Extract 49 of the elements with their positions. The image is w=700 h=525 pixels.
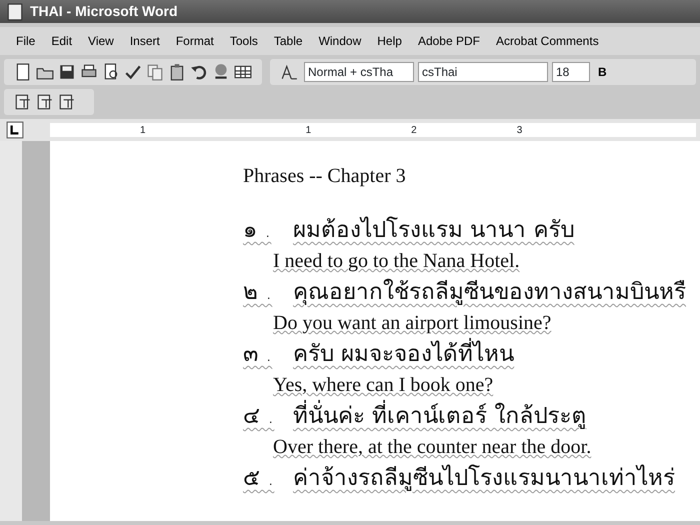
list-number: ๕ . <box>243 464 276 493</box>
menu-item[interactable]: Window <box>310 32 370 50</box>
english-translation: Over there, at the counter near the door. <box>273 436 592 458</box>
document-icon <box>6 2 24 20</box>
save-icon[interactable] <box>58 63 76 81</box>
menu-item[interactable]: Format <box>168 32 222 50</box>
new-document-icon[interactable] <box>14 63 32 81</box>
menu-item[interactable]: Help <box>369 32 410 50</box>
window-title: THAI - Microsoft Word <box>30 2 178 21</box>
list-number: ๑ . <box>243 216 272 245</box>
spelling-icon[interactable] <box>124 63 142 81</box>
font-dropdown[interactable]: csThai <box>418 62 548 82</box>
form-field-icon[interactable] <box>36 93 54 111</box>
menu-item[interactable]: Acrobat Comments <box>488 32 607 50</box>
form-field-icon[interactable] <box>58 93 76 111</box>
thai-phrase: ครับ ผมจะจองได้ที่ไหน <box>293 337 514 371</box>
english-translation: Yes, where can I book one? <box>273 374 494 396</box>
undo-icon[interactable] <box>190 63 208 81</box>
menu-item[interactable]: Adobe PDF <box>410 32 488 50</box>
thai-phrase: ผมต้องไปโรงแรม นานา ครับ <box>293 216 574 245</box>
menu-item[interactable]: Table <box>266 32 311 50</box>
styles-icon[interactable] <box>280 63 298 81</box>
english-translation: I need to go to the Nana Hotel. <box>273 250 520 272</box>
list-number: ๓ . <box>243 340 274 369</box>
menu-item[interactable]: Insert <box>122 32 168 50</box>
list-number: ๒ . <box>243 278 274 307</box>
english-translation: Do you want an airport limousine? <box>273 312 552 334</box>
menu-item[interactable]: Edit <box>43 32 80 50</box>
thai-phrase: ค่าจ้างรถลีมูซีนไปโรงแรมนานาเท่าไหร่ <box>293 464 675 493</box>
print-preview-icon[interactable] <box>102 63 120 81</box>
thai-phrase: คุณอยากใช้รถลีมูซีนของทางสนามบินหรื <box>293 278 686 307</box>
thai-phrase: ที่นั่นค่ะ ที่เคาน์เตอร์ ใกล้ประตู <box>293 399 586 433</box>
heading: Phrases -- Chapter 3 <box>243 164 406 189</box>
menu-item[interactable]: Tools <box>222 32 266 50</box>
style-dropdown[interactable]: Normal + csTha <box>304 62 414 82</box>
font-size-dropdown[interactable]: 18 <box>552 62 590 82</box>
menu-item[interactable]: File <box>8 32 44 50</box>
table-icon[interactable] <box>234 63 252 81</box>
ruler-number: 1 <box>140 124 146 138</box>
copy-icon[interactable] <box>146 63 164 81</box>
ruler-number: 3 <box>516 124 522 138</box>
ruler-number: 1 <box>306 124 312 138</box>
form-field-icon[interactable] <box>14 93 32 111</box>
menu-item[interactable]: View <box>80 32 122 50</box>
tab-selector-icon[interactable] <box>6 121 24 139</box>
bold-button[interactable]: B <box>594 63 611 81</box>
ruler-number: 2 <box>411 124 417 138</box>
list-number: ๔ . <box>243 402 276 431</box>
paste-icon[interactable] <box>168 63 186 81</box>
